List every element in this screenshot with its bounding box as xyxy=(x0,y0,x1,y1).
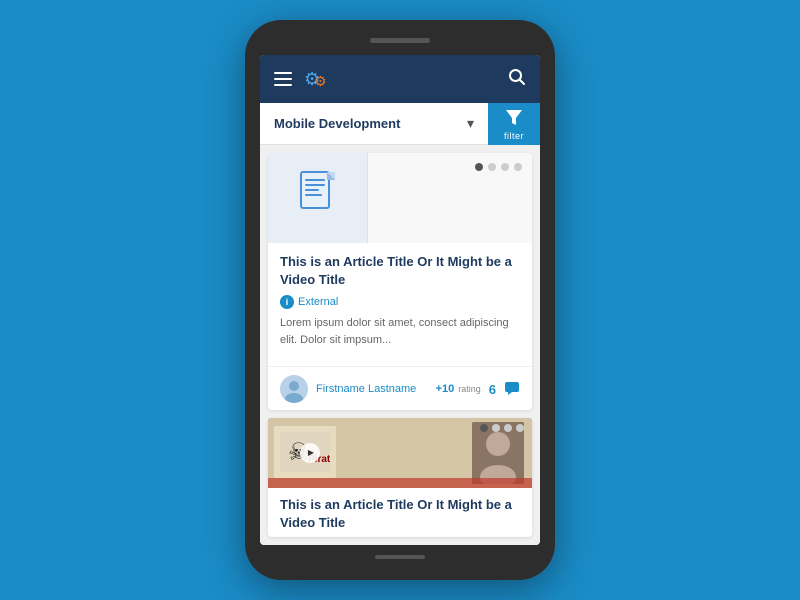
content-area: This is an Article Title Or It Might be … xyxy=(260,145,540,545)
comment-icon xyxy=(504,381,520,398)
phone-screen: ⚙ ⚙ Mobile Development ▾ xyxy=(260,55,540,545)
card2-thumbnail: ☠ Pirate ▶ xyxy=(268,418,532,488)
dot-2 xyxy=(488,163,496,171)
card1-thumbnail xyxy=(268,153,532,243)
external-tag-icon: i xyxy=(280,295,294,309)
article-card-1[interactable]: This is an Article Title Or It Might be … xyxy=(268,153,532,410)
card1-tag[interactable]: i External xyxy=(280,295,520,309)
dot-4 xyxy=(514,163,522,171)
gear-orange-icon: ⚙ xyxy=(314,74,327,88)
rating-value: +10 xyxy=(436,383,455,395)
phone-speaker-bar xyxy=(370,38,430,43)
card2-dot-4 xyxy=(516,424,524,432)
filter-funnel-icon xyxy=(505,108,523,129)
card1-excerpt: Lorem ipsum dolor sit amet, consect adip… xyxy=(280,315,520,348)
category-bar: Mobile Development ▾ filter xyxy=(260,103,540,145)
phone-container: ⚙ ⚙ Mobile Development ▾ xyxy=(245,20,555,580)
dot-3 xyxy=(501,163,509,171)
phone-home-bar xyxy=(375,555,425,559)
card2-title-area: This is an Article Title Or It Might be … xyxy=(268,488,532,538)
hamburger-button[interactable] xyxy=(274,72,292,86)
filter-label: filter xyxy=(504,131,524,141)
card1-icon-area xyxy=(268,153,368,243)
rating-text: rating xyxy=(458,384,481,394)
dot-1 xyxy=(475,163,483,171)
topbar: ⚙ ⚙ xyxy=(260,55,540,103)
rating-area: +10 rating xyxy=(436,383,481,395)
card1-body: This is an Article Title Or It Might be … xyxy=(268,243,532,366)
play-button[interactable]: ▶ xyxy=(300,443,320,463)
card1-title: This is an Article Title Or It Might be … xyxy=(280,253,520,289)
logo: ⚙ ⚙ xyxy=(304,70,327,88)
card2-title: This is an Article Title Or It Might be … xyxy=(280,496,520,532)
article-card-2[interactable]: ☠ Pirate ▶ xyxy=(268,418,532,538)
external-tag-label: External xyxy=(298,296,338,308)
chevron-down-icon: ▾ xyxy=(467,115,474,132)
document-icon xyxy=(299,171,337,226)
play-icon: ▶ xyxy=(308,448,314,457)
card2-dot-2 xyxy=(492,424,500,432)
card2-dots xyxy=(480,424,524,432)
card2-dot-1 xyxy=(480,424,488,432)
search-button[interactable] xyxy=(508,68,526,91)
filter-button[interactable]: filter xyxy=(488,103,540,145)
card1-footer: Firstname Lastname +10 rating 6 xyxy=(268,366,532,409)
category-label: Mobile Development xyxy=(274,116,400,131)
topbar-left: ⚙ ⚙ xyxy=(274,70,327,88)
category-selector[interactable]: Mobile Development ▾ xyxy=(260,103,488,145)
author-name: Firstname Lastname xyxy=(316,383,428,395)
card1-dots xyxy=(475,163,522,171)
avatar xyxy=(280,375,308,403)
comment-count: 6 xyxy=(489,382,496,397)
card2-dot-3 xyxy=(504,424,512,432)
